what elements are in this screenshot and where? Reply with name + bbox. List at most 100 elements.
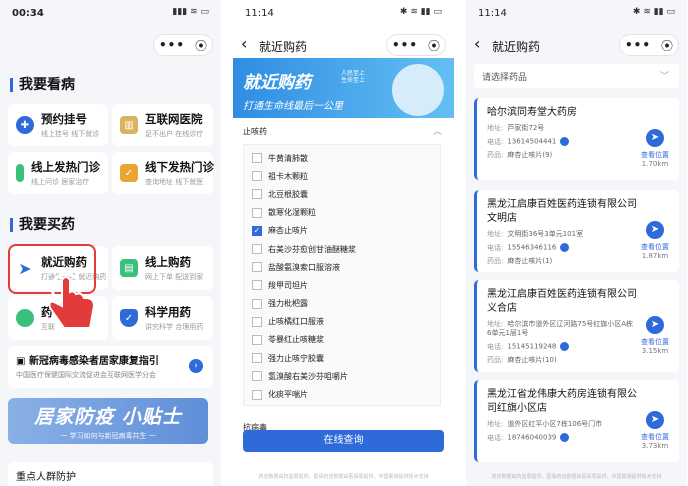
store-drug: 药品: 麻杏止咳片(9) xyxy=(487,151,637,160)
phone-icon[interactable] xyxy=(560,137,570,146)
checkbox-icon[interactable] xyxy=(252,353,262,364)
card-title: 科学用药 xyxy=(145,305,191,319)
checkbox-icon[interactable] xyxy=(252,371,262,382)
checkbox-icon[interactable] xyxy=(252,153,262,164)
more-icon[interactable]: ••• xyxy=(625,38,651,52)
drug-name: 强力止咳宁胶囊 xyxy=(268,353,324,363)
more-icon[interactable]: ••• xyxy=(159,38,185,52)
back-icon[interactable]: ‹ xyxy=(474,34,480,53)
drug-option[interactable]: 强力枇杷露 xyxy=(252,295,432,313)
checkbox-icon[interactable] xyxy=(252,189,262,200)
home-prevention-banner[interactable]: 居家防疫 小贴士 一 学习如何与新冠病毒共生 一 xyxy=(8,398,208,444)
checkbox-icon[interactable] xyxy=(252,262,262,273)
capsule-icon xyxy=(16,309,34,327)
drug-name: 麻杏止咳片 xyxy=(268,226,308,236)
clipboard-icon: ✓ xyxy=(120,164,138,182)
view-location-button[interactable]: ➤ 查看位置 3.73km xyxy=(641,411,669,450)
card-title: 线上购药 xyxy=(145,255,191,269)
card-sub: 讲究科学 合理用药 xyxy=(145,323,204,331)
drug-option[interactable]: 右美沙芬愈创甘油醚糖浆 xyxy=(252,240,432,258)
store-phone: 电话: 13614504441 xyxy=(487,137,637,147)
online-query-button[interactable]: 在线查询 xyxy=(243,430,444,452)
distance: 3.73km xyxy=(641,442,669,450)
store-name: 黑龙江省龙伟康大药房连锁有限公司红旗小区店 xyxy=(487,389,637,414)
drug-option[interactable]: 盐酸氨溴索口服溶液 xyxy=(252,258,432,276)
drug-name: 羧甲司坦片 xyxy=(268,280,308,290)
store-card[interactable]: 哈尔滨同寿堂大药房 地址: 芦家街72号 电话: 13614504441 药品: 麻杏止咳片… xyxy=(474,98,679,180)
notice-title-text: 新冠病毒感染者居家康复指引 xyxy=(28,356,159,367)
view-location-button[interactable]: ➤ 查看位置 3.15km xyxy=(641,316,669,355)
store-name: 黑龙江启康百姓医药连锁有限公司文明店 xyxy=(487,199,637,224)
navigation-icon: ➤ xyxy=(646,316,664,334)
store-phone: 电话: 15145119248 xyxy=(487,342,637,352)
hospital-icon: ▥ xyxy=(120,116,138,134)
drug-option[interactable]: 止咳橘红口服液 xyxy=(252,313,432,331)
navigation-icon: ➤ xyxy=(646,411,664,429)
footer-note: 药店数据由药监局提供，医保药店数据由医保局提供，中国联通提供技术支持 xyxy=(491,474,662,480)
view-location-button[interactable]: ➤ 查看位置 1.87km xyxy=(641,221,669,260)
back-icon[interactable]: ‹ xyxy=(241,34,247,53)
drug-option[interactable]: 氢溴酸右美沙芬咀嚼片 xyxy=(252,367,432,385)
store-card[interactable]: 黑龙江省龙伟康大药房连锁有限公司红旗小区店 地址: 道外区红平小区7栋106号门市电… xyxy=(474,380,679,462)
drug-option[interactable]: 羧甲司坦片 xyxy=(252,276,432,294)
drug-option[interactable]: ✓ 麻杏止咳片 xyxy=(252,222,432,240)
mini-program-capsule[interactable]: ••• ⦿ xyxy=(386,34,446,56)
status-time: 11:14 xyxy=(245,8,274,19)
card-scientific-medication[interactable]: ✓ 科学用药 讲究科学 合理用药 xyxy=(112,296,213,340)
pointing-hand-icon xyxy=(48,272,96,329)
card-online-fever-clinic[interactable]: 线上发热门诊 线上问诊 居家治疗 xyxy=(8,152,108,194)
checkbox-icon[interactable] xyxy=(252,334,262,345)
arrow-right-icon[interactable]: › xyxy=(189,359,203,373)
checkbox-icon[interactable] xyxy=(252,280,262,291)
checkbox-icon[interactable] xyxy=(252,389,262,400)
close-target-icon[interactable]: ⦿ xyxy=(195,37,207,54)
checkbox-icon[interactable] xyxy=(252,244,262,255)
phone-icon[interactable] xyxy=(560,433,570,442)
card-sub: 查询地址 线下就医 xyxy=(145,178,204,186)
drug-select[interactable]: 请选择药品 ﹀ xyxy=(474,64,679,88)
checkbox-icon[interactable] xyxy=(252,298,262,309)
chevron-up-icon[interactable]: ︿ xyxy=(433,124,442,137)
card-title: 互联网医院 xyxy=(145,112,203,126)
thermometer-icon xyxy=(16,164,24,182)
view-location-button[interactable]: ➤ 查看位置 1.70km xyxy=(641,129,669,168)
drug-option[interactable]: 祖卡木颗粒 xyxy=(252,167,432,185)
phone-icon[interactable] xyxy=(560,342,570,351)
drug-option[interactable]: 化痰平喘片 xyxy=(252,385,432,403)
select-placeholder: 请选择药品 xyxy=(482,73,528,83)
mini-program-capsule[interactable]: ••• ⦿ xyxy=(153,34,213,56)
chevron-down-icon: ﹀ xyxy=(659,72,669,82)
key-group-protection[interactable]: 重点人群防护 xyxy=(8,462,213,486)
store-card[interactable]: 黑龙江启康百姓医药连锁有限公司义合店 地址: 哈尔滨市道外区辽河路75号红旗小区A栋… xyxy=(474,280,679,372)
more-icon[interactable]: ••• xyxy=(392,38,418,52)
drug-option[interactable]: 强力止咳宁胶囊 xyxy=(252,349,432,367)
drug-option[interactable]: 北豆根胶囊 xyxy=(252,185,432,203)
card-title: 预约挂号 xyxy=(41,112,87,126)
close-target-icon[interactable]: ⦿ xyxy=(428,37,440,54)
checkbox-icon[interactable] xyxy=(252,171,262,182)
phone-value: 13614504441 xyxy=(507,137,557,146)
address-label: 地址: xyxy=(487,230,504,238)
mini-program-capsule[interactable]: ••• ⦿ xyxy=(619,34,679,56)
store-name: 哈尔滨同寿堂大药房 xyxy=(487,107,577,118)
drug-option[interactable]: 散寒化湿颗粒 xyxy=(252,204,432,222)
view-location-label: 查看位置 xyxy=(641,433,669,441)
status-bar: 00:34 ▮▮▮ ≋ ▭ xyxy=(0,0,221,26)
card-appointment[interactable]: ✚ 预约挂号 线上挂号 线下就诊 xyxy=(8,104,108,146)
address-value: 文明街36号3单元101室 xyxy=(507,230,584,238)
store-card[interactable]: 黑龙江启康百姓医药连锁有限公司文明店 地址: 文明街36号3单元101室 电话: 155… xyxy=(474,190,679,272)
checkbox-icon[interactable] xyxy=(252,207,262,218)
recovery-guide-notice[interactable]: ▣ 新冠病毒感染者居家康复指引 中国医疗保健国际交流促进会互联网医学分会 › xyxy=(8,346,213,388)
drug-option[interactable]: 苓暴红止咳糖浆 xyxy=(252,331,432,349)
checkbox-checked-icon[interactable]: ✓ xyxy=(252,225,262,236)
checkbox-icon[interactable] xyxy=(252,316,262,327)
card-offline-fever-clinic[interactable]: ✓ 线下发热门诊 查询地址 线下就医 xyxy=(112,152,214,194)
close-target-icon[interactable]: ⦿ xyxy=(661,37,673,54)
drug-option[interactable]: 牛黄清肺散 xyxy=(252,149,432,167)
phone-icon[interactable] xyxy=(560,243,570,252)
category-cough[interactable]: 止咳药 xyxy=(243,126,267,137)
card-internet-hospital[interactable]: ▥ 互联网医院 足不出户 在线诊疗 xyxy=(112,104,213,146)
view-location-label: 查看位置 xyxy=(641,243,669,251)
card-online-pharmacy[interactable]: ▤ 线上购药 网上下单 配送到家 xyxy=(112,246,213,290)
drug-name: 氢溴酸右美沙芬咀嚼片 xyxy=(268,371,348,381)
